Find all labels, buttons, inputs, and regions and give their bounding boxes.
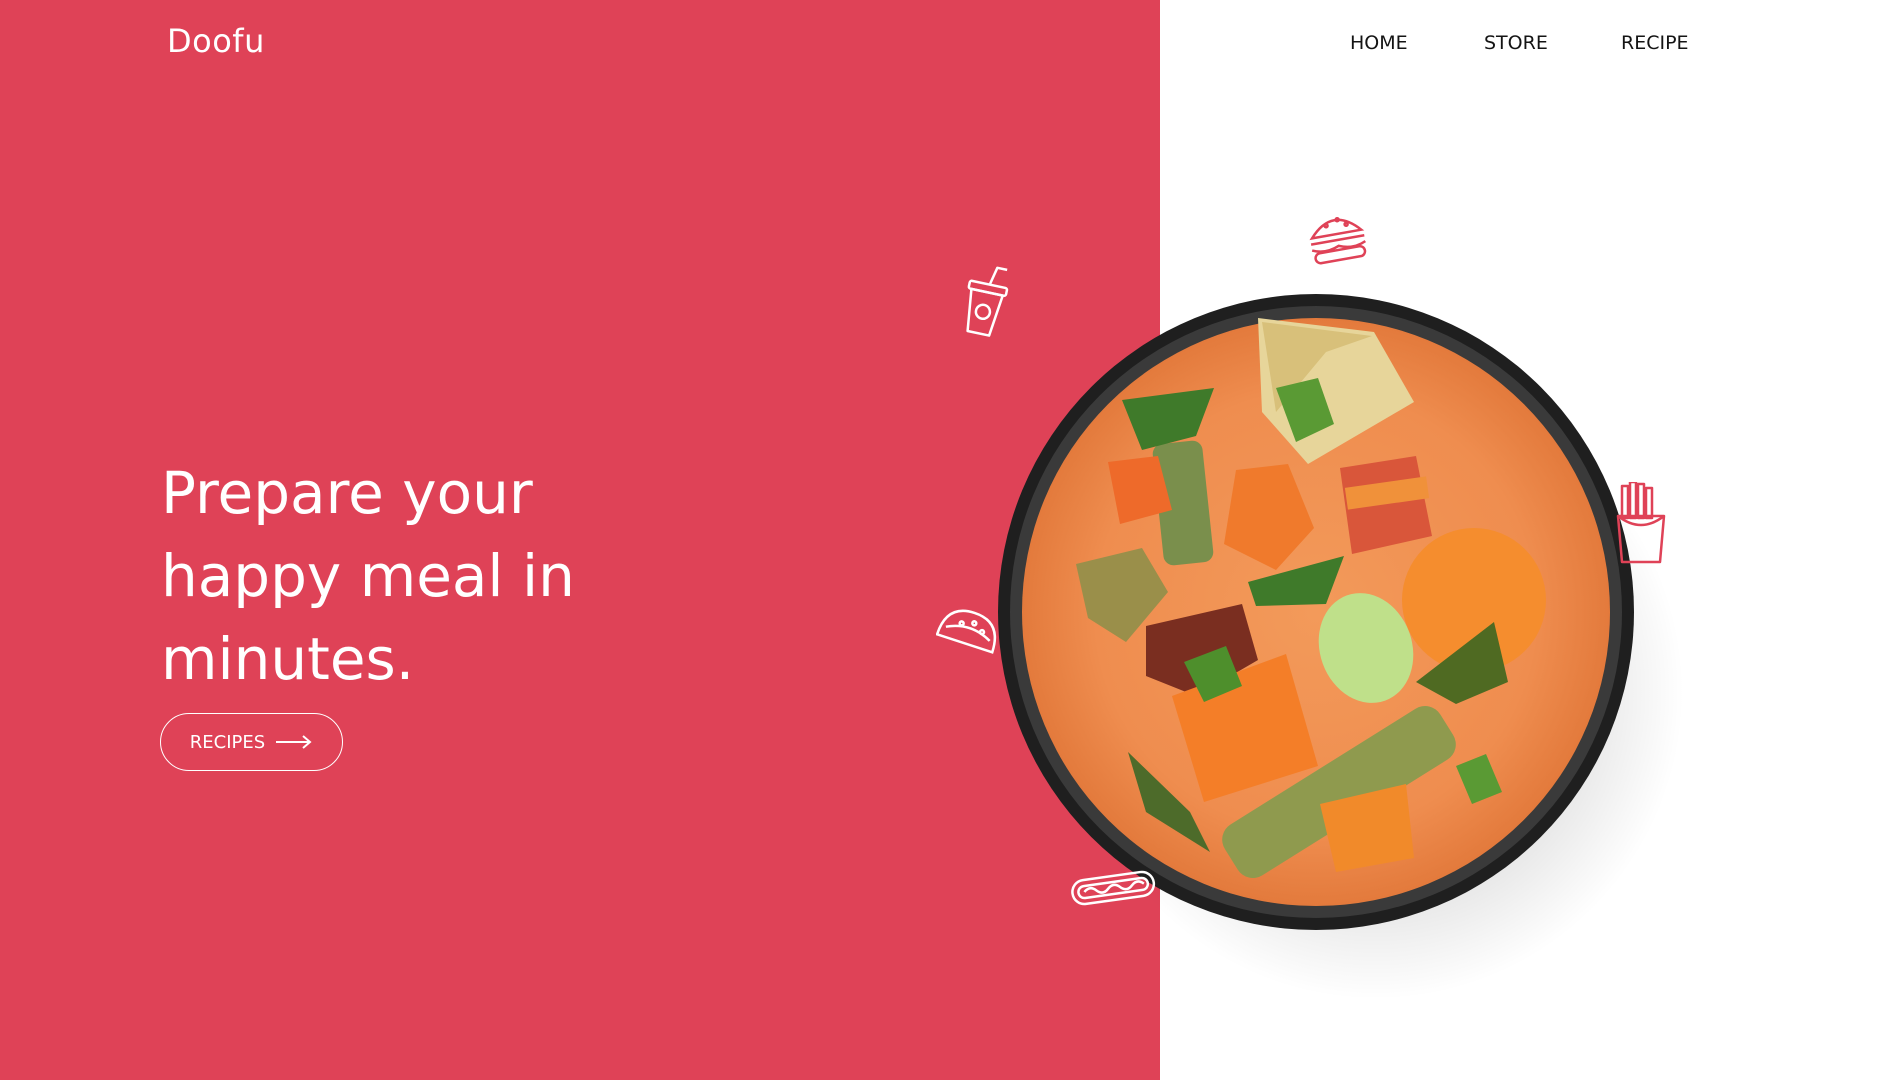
- burger-icon: [1306, 206, 1368, 270]
- headline-line-2: happy meal in: [161, 542, 575, 610]
- food-bowl-image: [996, 292, 1696, 1012]
- hotdog-icon: [1068, 862, 1158, 916]
- headline-line-1: Prepare your: [161, 459, 533, 527]
- hero-headline: Prepare your happy meal in minutes.: [161, 452, 761, 701]
- recipes-button[interactable]: RECIPES: [160, 713, 343, 771]
- nav-home-link[interactable]: HOME: [1350, 32, 1408, 54]
- headline-line-3: minutes.: [161, 625, 415, 693]
- fries-icon: [1614, 480, 1668, 568]
- recipes-button-label: RECIPES: [189, 731, 266, 753]
- nav-recipe-link[interactable]: RECIPE: [1621, 32, 1689, 54]
- brand-logo[interactable]: Doofu: [167, 22, 265, 60]
- cup-icon: [960, 262, 1010, 342]
- nav-store-link[interactable]: STORE: [1484, 32, 1548, 54]
- taco-icon: [935, 604, 1002, 660]
- arrow-right-icon: [275, 734, 313, 750]
